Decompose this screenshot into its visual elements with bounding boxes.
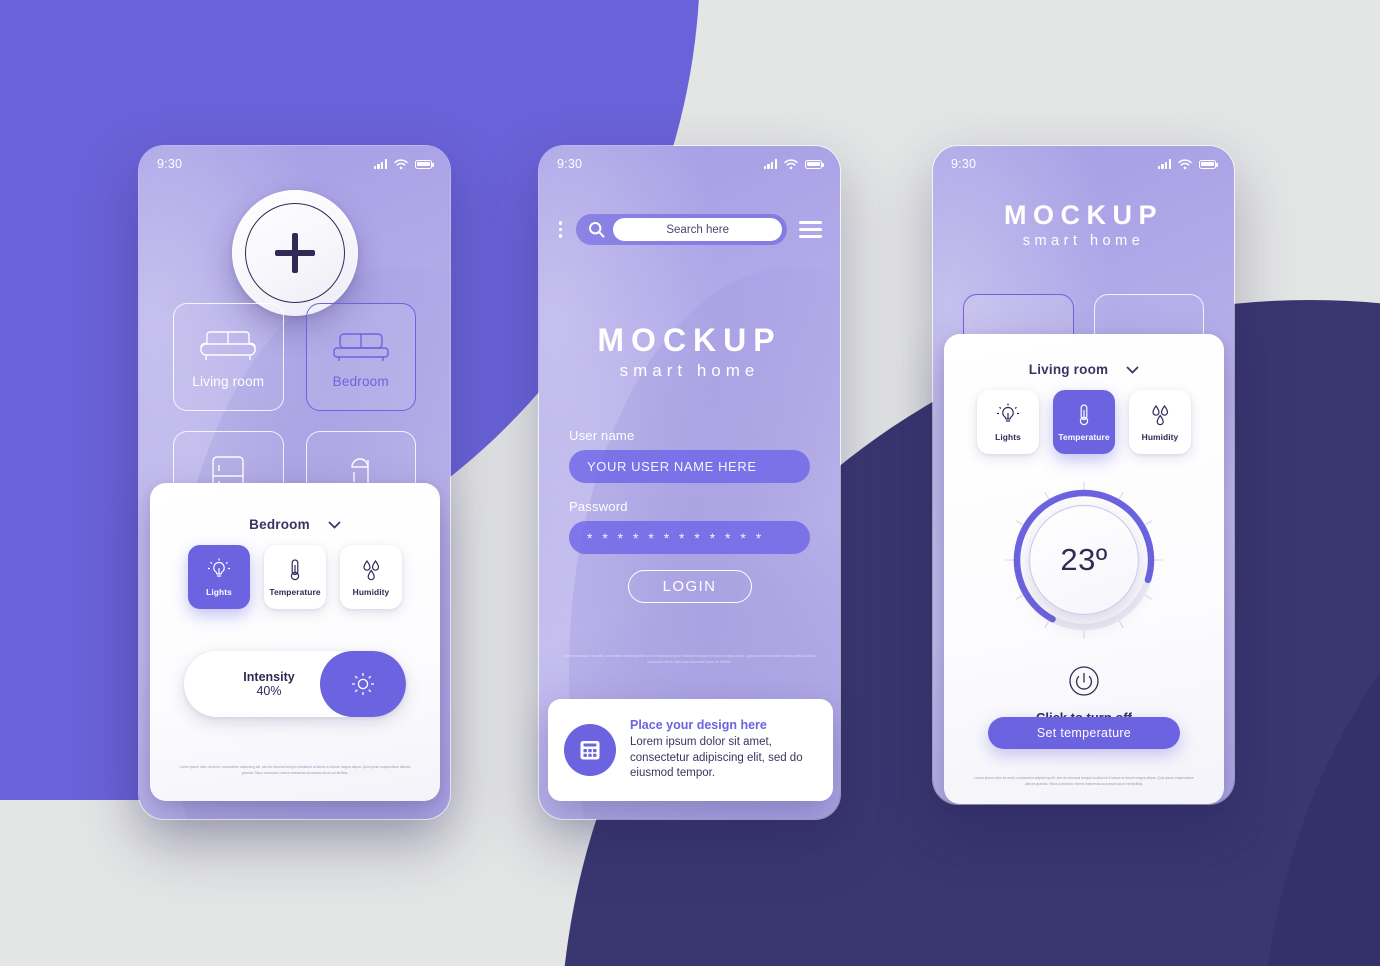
mode-tiles: Lights Temperature Humidity [150, 545, 440, 609]
status-time: 9:30 [951, 157, 977, 171]
add-device-ring [244, 203, 345, 303]
calendar-icon [580, 741, 600, 760]
bed-icon [333, 332, 389, 361]
add-device-button[interactable] [231, 190, 358, 316]
droplet-icon [1152, 404, 1169, 426]
room-card-bedroom[interactable]: Bedroom [305, 303, 416, 411]
search-bar[interactable]: Search here [576, 214, 787, 245]
droplet-icon [363, 559, 380, 581]
mode-tile-humidity[interactable]: Humidity [1129, 390, 1191, 454]
status-bar: 9:30 [539, 146, 840, 182]
chevron-down-icon [328, 520, 341, 529]
design-card-title: Place your design here [630, 718, 767, 733]
battery-icon [805, 159, 825, 169]
thermostat-readout: 23º [1029, 505, 1139, 615]
brand-title: MOCKUP [1004, 200, 1163, 230]
room-label: Bedroom [332, 373, 389, 389]
room-selector-living-room[interactable]: Living room [944, 362, 1224, 377]
set-temperature-button[interactable]: Set temperature [988, 717, 1180, 749]
design-card-text: Place your design here Lorem ipsum dolor… [630, 718, 817, 782]
mode-tiles: Lights Temperature Humidity [944, 390, 1224, 454]
status-bar: 9:30 [933, 146, 1234, 182]
status-time: 9:30 [157, 157, 183, 171]
mode-label: Humidity [1141, 432, 1179, 442]
phone2-fineprint: Lorem ipsum dolor sit amet, consectetur … [563, 654, 816, 664]
username-field[interactable]: YOUR USER NAME HERE [569, 450, 810, 483]
wifi-icon [1178, 158, 1192, 169]
password-field[interactable]: * * * * * * * * * * * * [569, 521, 810, 554]
signal-icon [763, 159, 777, 169]
bulb-icon [997, 403, 1019, 422]
battery-icon [415, 159, 435, 169]
mode-tile-temperature[interactable]: Temperature [1053, 390, 1115, 454]
brand-subtitle: smart home [619, 361, 760, 380]
thermometer-icon [1079, 404, 1089, 426]
power-icon [1069, 666, 1099, 696]
kebab-menu-icon[interactable] [557, 218, 564, 240]
room-card-living-room[interactable]: Living room [173, 303, 284, 411]
mode-label: Lights [206, 587, 232, 597]
mode-tile-humidity[interactable]: Humidity [340, 545, 402, 609]
room-label: Living room [192, 373, 265, 389]
intensity-handle[interactable] [320, 651, 406, 717]
chevron-down-icon [1126, 365, 1139, 374]
username-label: User name [569, 428, 635, 443]
mode-tile-lights[interactable]: Lights [188, 545, 250, 609]
mode-label: Temperature [1058, 432, 1110, 442]
mode-tile-lights[interactable]: Lights [977, 390, 1039, 454]
intensity-title: Intensity [243, 670, 295, 684]
login-button[interactable]: LOGIN [627, 570, 752, 603]
bulb-icon [208, 558, 230, 577]
wifi-icon [784, 158, 798, 169]
sun-icon [352, 673, 374, 695]
sheet1-fineprint: Lorem ipsum dolor sit amet, consectetur … [179, 765, 411, 776]
mode-label: Temperature [269, 587, 321, 597]
status-icons [373, 158, 435, 170]
device-control-sheet-living-room: Living room Lights Temperature Humidity … [944, 334, 1224, 804]
status-bar: 9:30 [139, 146, 450, 182]
hamburger-menu-icon[interactable] [799, 221, 822, 238]
plus-icon [274, 233, 315, 273]
status-icons [1157, 158, 1219, 170]
sofa-icon [200, 330, 256, 360]
intensity-value: 40% [256, 684, 282, 698]
brand-block: MOCKUP smart home [539, 322, 840, 381]
search-icon [589, 222, 605, 238]
signal-icon [373, 159, 387, 169]
signal-icon [1157, 159, 1171, 169]
mode-label: Humidity [352, 587, 390, 597]
room-selector-bedroom[interactable]: Bedroom [150, 517, 440, 532]
room-selector-label: Bedroom [249, 517, 310, 532]
room-selector-label: Living room [1028, 362, 1109, 377]
mode-label: Lights [995, 432, 1021, 442]
thermometer-icon [290, 559, 300, 581]
intensity-slider[interactable]: Intensity 40% [184, 651, 406, 717]
login-form: User name YOUR USER NAME HERE Password *… [569, 428, 810, 603]
design-card-body: Lorem ipsum dolor sit amet, consectetur … [630, 736, 803, 780]
password-label: Password [569, 499, 628, 514]
calendar-icon-wrap [564, 724, 616, 776]
app-header: Search here [557, 214, 822, 245]
temperature-value: 23º [1060, 542, 1108, 577]
status-time: 9:30 [557, 157, 583, 171]
battery-icon [1199, 159, 1219, 169]
sheet3-fineprint: Lorem ipsum dolor sit amet, consectetur … [974, 776, 1194, 787]
thermostat-dial[interactable]: 23º [944, 474, 1224, 646]
brand-subtitle: smart home [1022, 233, 1145, 249]
device-control-sheet-bedroom: Bedroom Lights Temperature Humidity Inte… [150, 483, 440, 801]
brand-title: MOCKUP [597, 322, 782, 358]
brand-block: MOCKUP smart home [933, 200, 1234, 249]
design-placeholder-card[interactable]: Place your design here Lorem ipsum dolor… [548, 699, 833, 801]
status-icons [763, 158, 825, 170]
power-toggle[interactable]: Click to turn off [944, 664, 1224, 725]
wifi-icon [394, 158, 408, 169]
thermostat-ring: 23º [998, 474, 1170, 646]
mode-tile-temperature[interactable]: Temperature [264, 545, 326, 609]
search-input[interactable]: Search here [613, 218, 782, 241]
